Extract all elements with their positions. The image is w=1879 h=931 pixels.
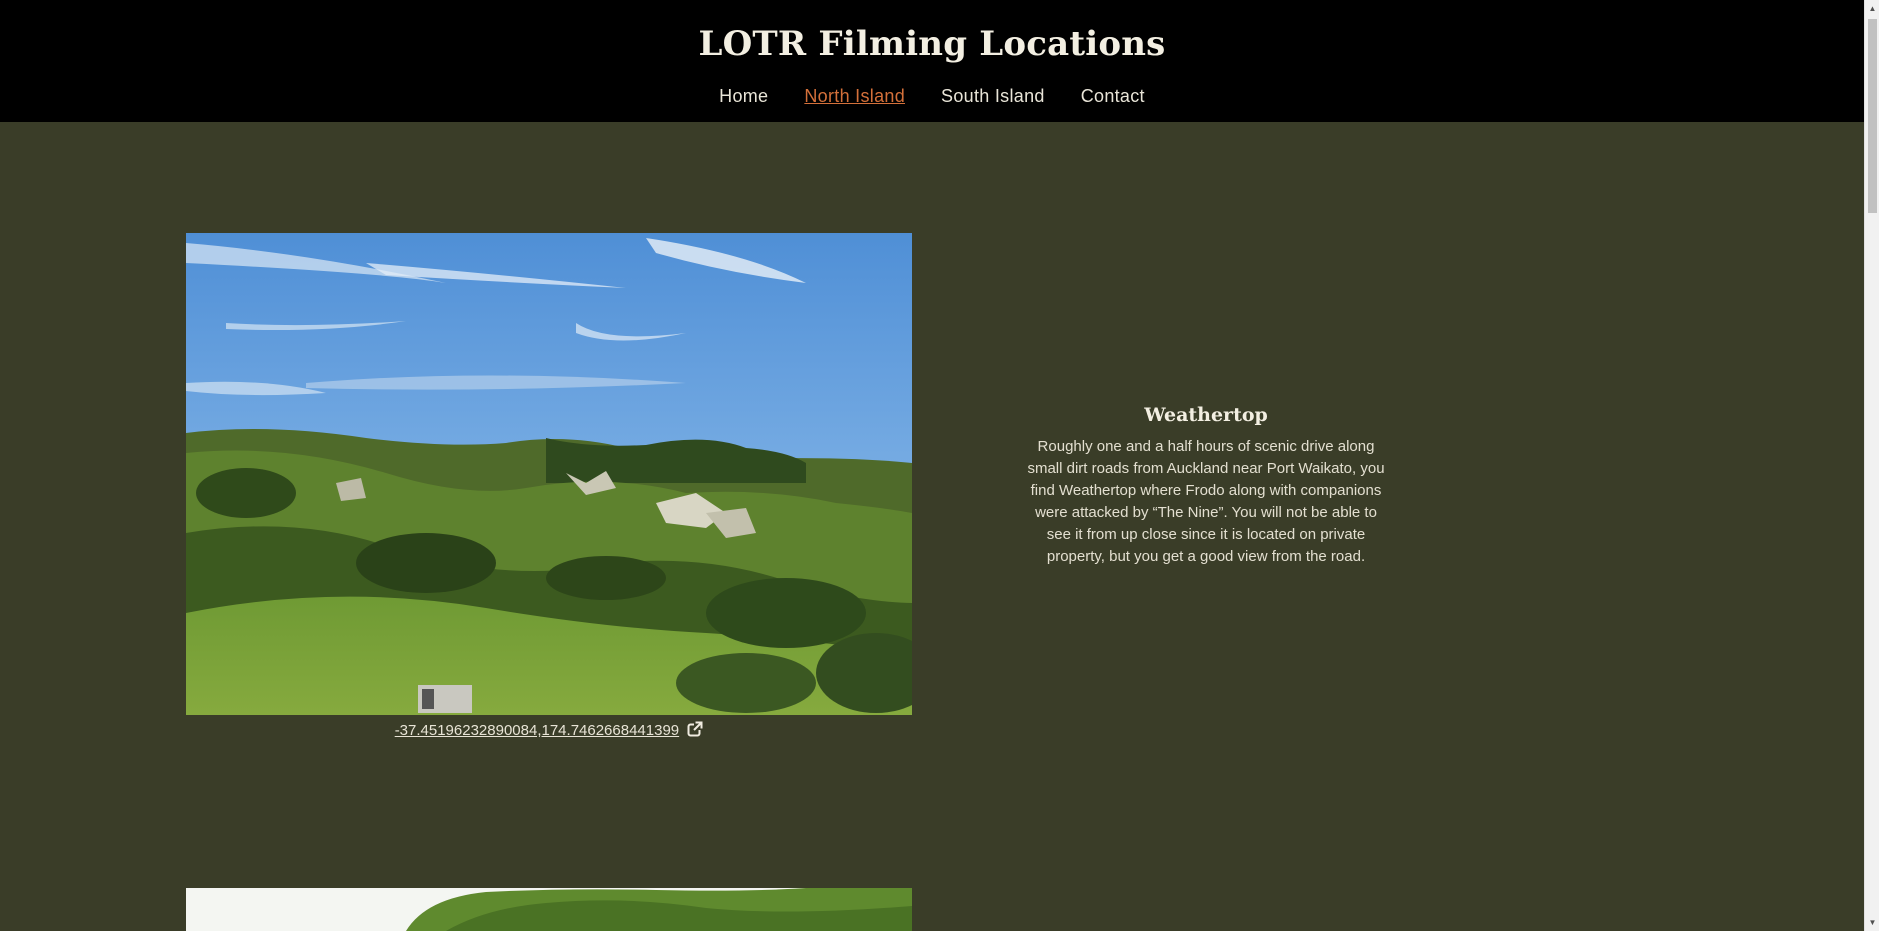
nav-south-island[interactable]: South Island [941,86,1045,107]
scroll-down-arrow-icon[interactable]: ▼ [1865,914,1879,931]
scroll-up-arrow-icon[interactable]: ▲ [1865,0,1879,17]
scrollbar-thumb[interactable] [1868,19,1877,213]
nav-contact[interactable]: Contact [1081,86,1145,107]
location-photo [186,233,912,715]
location-title: Weathertop [1144,404,1268,426]
external-link-icon[interactable] [687,721,704,741]
vertical-scrollbar[interactable]: ▲ ▼ [1864,0,1879,931]
coordinates-row: -37.45196232890084,174.7462668441399 [186,721,912,741]
coordinates-link[interactable]: -37.45196232890084,174.7462668441399 [395,722,679,739]
site-title: LOTR Filming Locations [698,24,1166,64]
next-location-photo [186,888,912,931]
site-header: LOTR Filming Locations Home North Island… [0,0,1864,122]
nav-home[interactable]: Home [719,86,768,107]
location-description: Roughly one and a half hours of scenic d… [1027,438,1385,565]
nav-north-island[interactable]: North Island [804,86,905,107]
main-nav: Home North Island South Island Contact [0,86,1864,107]
location-info: Weathertop Roughly one and a half hours … [1022,404,1390,568]
